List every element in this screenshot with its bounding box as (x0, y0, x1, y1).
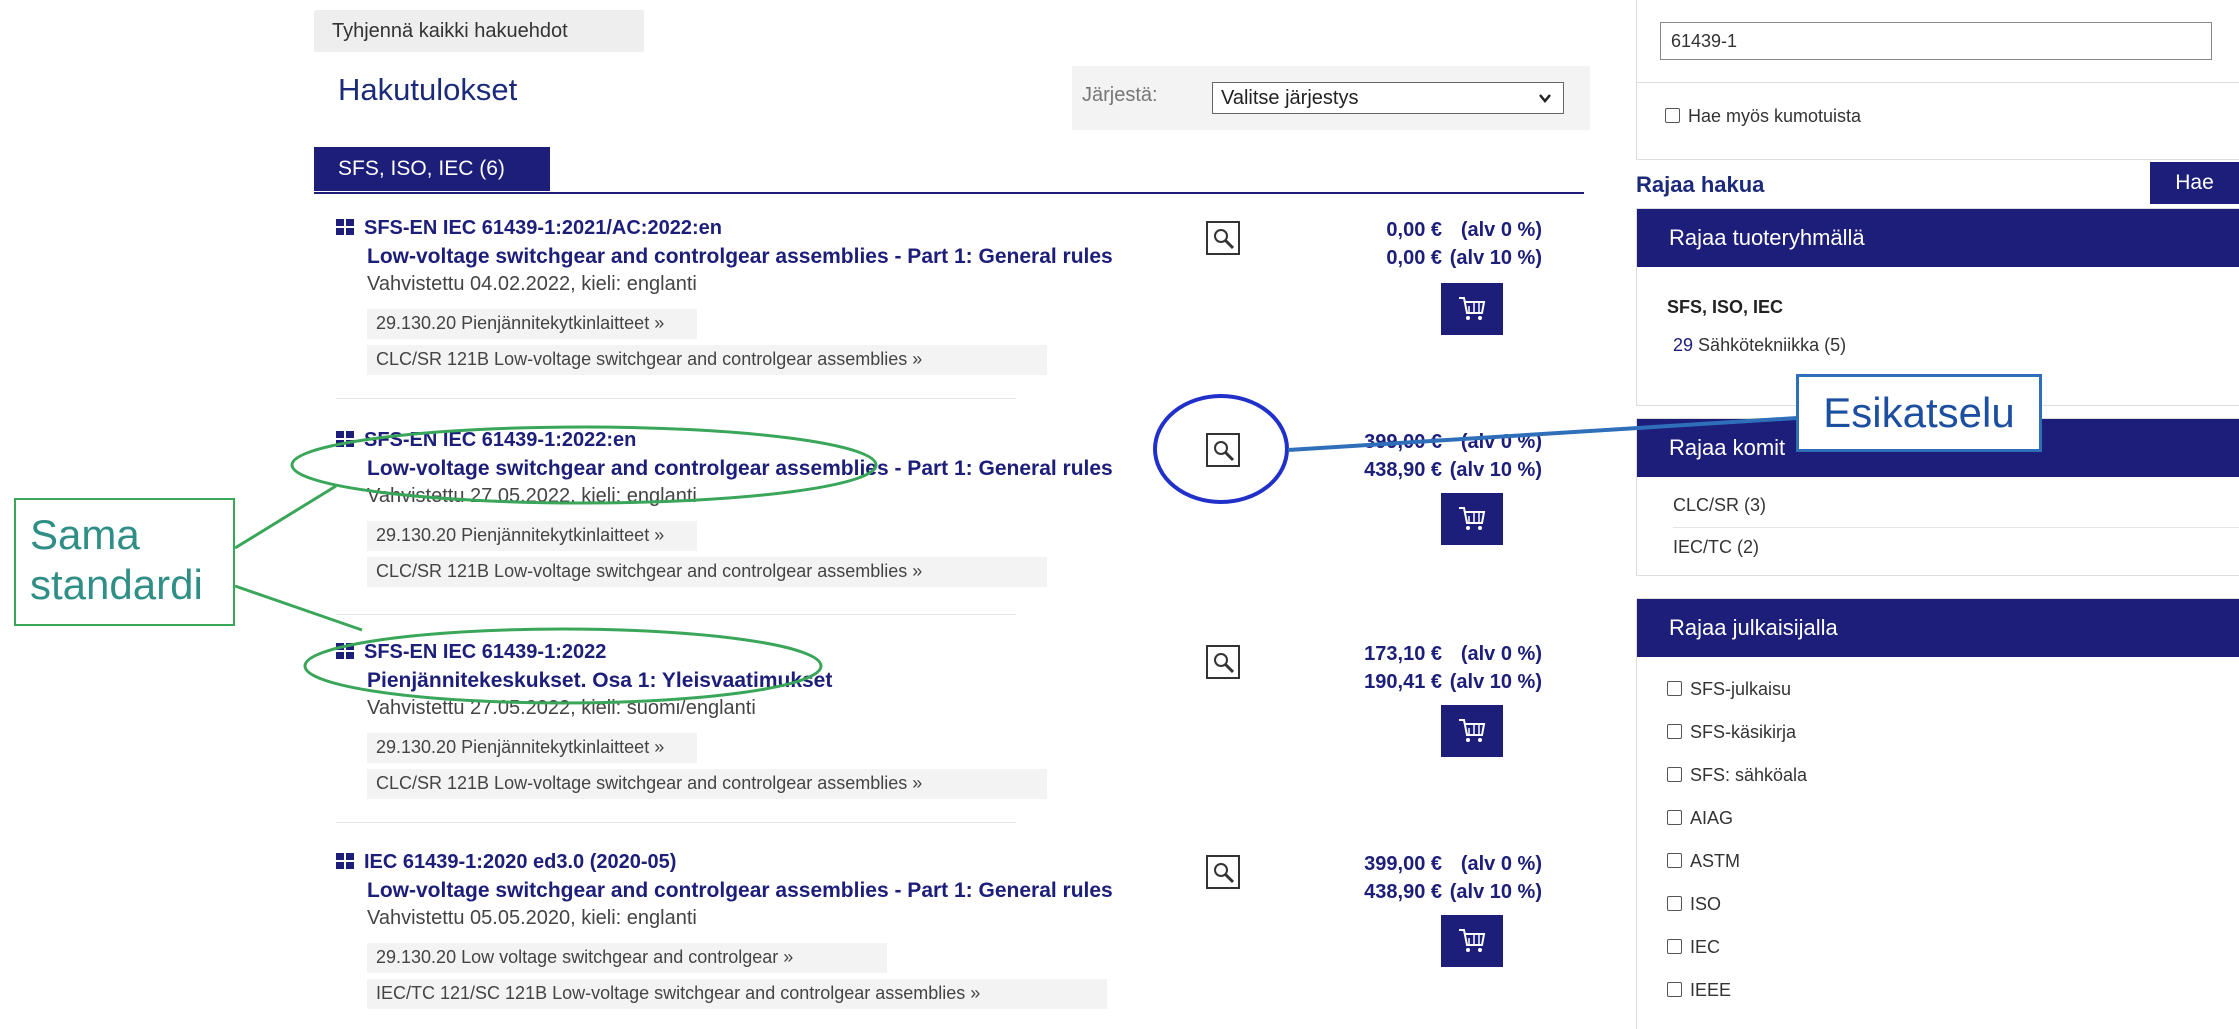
price-vat0: 173,10 € (alv 0 %) (1364, 643, 1542, 665)
result-date: Vahvistettu 05.05.2020, kieli: englanti (367, 907, 697, 929)
price-vat10: 0,00 € (alv 10 %) (1386, 247, 1542, 269)
result-date: Vahvistettu 27.05.2022, kieli: englanti (367, 485, 697, 507)
magnifier-icon (1214, 229, 1235, 250)
result-date: Vahvistettu 04.02.2022, kieli: englanti (367, 273, 697, 295)
result-code-link[interactable]: SFS-EN IEC 61439-1:2022 (336, 641, 606, 664)
preview-button[interactable] (1206, 221, 1240, 255)
publisher-checkbox[interactable]: AIAG (1667, 808, 1733, 829)
checkbox-icon (1665, 108, 1680, 123)
result-committee-link[interactable]: CLC/SR 121B Low-voltage switchgear and c… (376, 349, 922, 370)
refine-search-label: Rajaa hakua (1636, 172, 1765, 197)
add-to-cart-button[interactable] (1441, 283, 1503, 335)
price-vat0: 399,00 € (alv 0 %) (1364, 431, 1542, 453)
publisher-checkbox[interactable]: SFS: sähköala (1667, 765, 1807, 786)
chevron-down-icon (1537, 83, 1553, 124)
grid-icon (336, 853, 354, 869)
grid-icon (336, 219, 354, 235)
result-title-link[interactable]: Pienjännitekeskukset. Osa 1: Yleisvaatim… (367, 669, 832, 693)
magnifier-icon (1214, 653, 1235, 674)
result-committee-link[interactable]: IEC/TC 121/SC 121B Low-voltage switchgea… (376, 983, 980, 1004)
preview-button[interactable] (1206, 433, 1240, 467)
checkbox-icon (1667, 810, 1682, 825)
result-ics-link[interactable]: 29.130.20 Pienjännitekytkinlaitteet » (376, 737, 664, 758)
grid-icon (336, 431, 354, 447)
result-date: Vahvistettu 27.05.2022, kieli: suomi/eng… (367, 697, 756, 719)
result-ics-link[interactable]: 29.130.20 Pienjännitekytkinlaitteet » (376, 313, 664, 334)
sort-label: Järjestä: (1082, 84, 1158, 106)
publisher-checkbox[interactable]: ASTM (1667, 851, 1740, 872)
checkbox-icon (1667, 896, 1682, 911)
cart-icon (1459, 929, 1486, 952)
page-title: Hakutulokset (338, 72, 518, 107)
search-input[interactable]: 61439-1 (1660, 22, 2212, 60)
cart-icon (1459, 297, 1486, 320)
panel-title: Rajaa julkaisijalla (1637, 599, 2239, 657)
result-title-link[interactable]: Low-voltage switchgear and controlgear a… (367, 457, 1113, 481)
preview-button[interactable] (1206, 855, 1240, 889)
checkbox-icon (1667, 724, 1682, 739)
group-heading: SFS, ISO, IEC (1667, 297, 1784, 317)
price-vat10: 438,90 € (alv 10 %) (1364, 881, 1542, 903)
add-to-cart-button[interactable] (1441, 705, 1503, 757)
group-item-link[interactable]: 29 Sähkötekniikka (5) (1673, 335, 1846, 356)
result-committee-link[interactable]: CLC/SR 121B Low-voltage switchgear and c… (376, 773, 922, 794)
publisher-panel: Rajaa julkaisijalla SFS-julkaisu SFS-käs… (1636, 598, 2239, 1029)
price-vat0: 399,00 € (alv 0 %) (1364, 853, 1542, 875)
committee-item-link[interactable]: CLC/SR (3) (1673, 495, 1766, 516)
preview-callout: Esikatselu (1796, 374, 2042, 452)
panel-title: Rajaa tuoteryhmällä (1637, 209, 2239, 267)
add-to-cart-button[interactable] (1441, 493, 1503, 545)
cart-icon (1459, 719, 1486, 742)
magnifier-icon (1214, 863, 1235, 884)
result-ics-link[interactable]: 29.130.20 Pienjännitekytkinlaitteet » (376, 525, 664, 546)
price-vat0: 0,00 € (alv 0 %) (1386, 219, 1542, 241)
checkbox-icon (1667, 681, 1682, 696)
include-withdrawn-checkbox[interactable]: Hae myös kumotuista (1665, 106, 1861, 127)
tab-underline (314, 192, 1584, 194)
result-title-link[interactable]: Low-voltage switchgear and controlgear a… (367, 245, 1113, 269)
sort-select[interactable]: Valitse järjestys (1212, 82, 1564, 114)
preview-button[interactable] (1206, 645, 1240, 679)
callout-connector-1 (234, 484, 337, 550)
result-code-link[interactable]: SFS-EN IEC 61439-1:2021/AC:2022:en (336, 217, 722, 240)
publisher-checkbox[interactable]: SFS-käsikirja (1667, 722, 1796, 743)
cart-icon (1459, 507, 1486, 530)
result-divider (336, 614, 1016, 615)
checkbox-icon (1667, 853, 1682, 868)
callout-connector-2 (234, 584, 363, 632)
price-vat10: 438,90 € (alv 10 %) (1364, 459, 1542, 481)
checkbox-icon (1667, 767, 1682, 782)
result-title-link[interactable]: Low-voltage switchgear and controlgear a… (367, 879, 1113, 903)
panel-divider (1673, 527, 2239, 528)
search-button[interactable]: Hae (2150, 162, 2239, 204)
sort-select-value: Valitse järjestys (1221, 87, 1359, 109)
publisher-checkbox[interactable]: SFS-julkaisu (1667, 679, 1791, 700)
checkbox-icon (1667, 982, 1682, 997)
publisher-checkbox[interactable]: IEEE (1667, 980, 1731, 1001)
search-panel-divider (1636, 82, 2239, 83)
tab-sfs-iso-iec[interactable]: SFS, ISO, IEC (6) (314, 147, 550, 191)
clear-all-filters-button[interactable]: Tyhjennä kaikki hakuehdot (314, 10, 644, 52)
magnifier-icon (1214, 441, 1235, 462)
publisher-checkbox[interactable]: IEC (1667, 937, 1720, 958)
checkbox-icon (1667, 939, 1682, 954)
committee-item-link[interactable]: IEC/TC (2) (1673, 537, 1759, 558)
same-standard-callout: Sama standardi (14, 498, 235, 626)
grid-icon (336, 643, 354, 659)
result-divider (336, 822, 1016, 823)
publisher-checkbox[interactable]: ISO (1667, 894, 1721, 915)
add-to-cart-button[interactable] (1441, 915, 1503, 967)
result-committee-link[interactable]: CLC/SR 121B Low-voltage switchgear and c… (376, 561, 922, 582)
result-divider (336, 398, 1016, 399)
result-ics-link[interactable]: 29.130.20 Low voltage switchgear and con… (376, 947, 793, 968)
price-vat10: 190,41 € (alv 10 %) (1364, 671, 1542, 693)
result-code-link[interactable]: SFS-EN IEC 61439-1:2022:en (336, 429, 636, 452)
result-code-link[interactable]: IEC 61439-1:2020 ed3.0 (2020-05) (336, 851, 676, 874)
